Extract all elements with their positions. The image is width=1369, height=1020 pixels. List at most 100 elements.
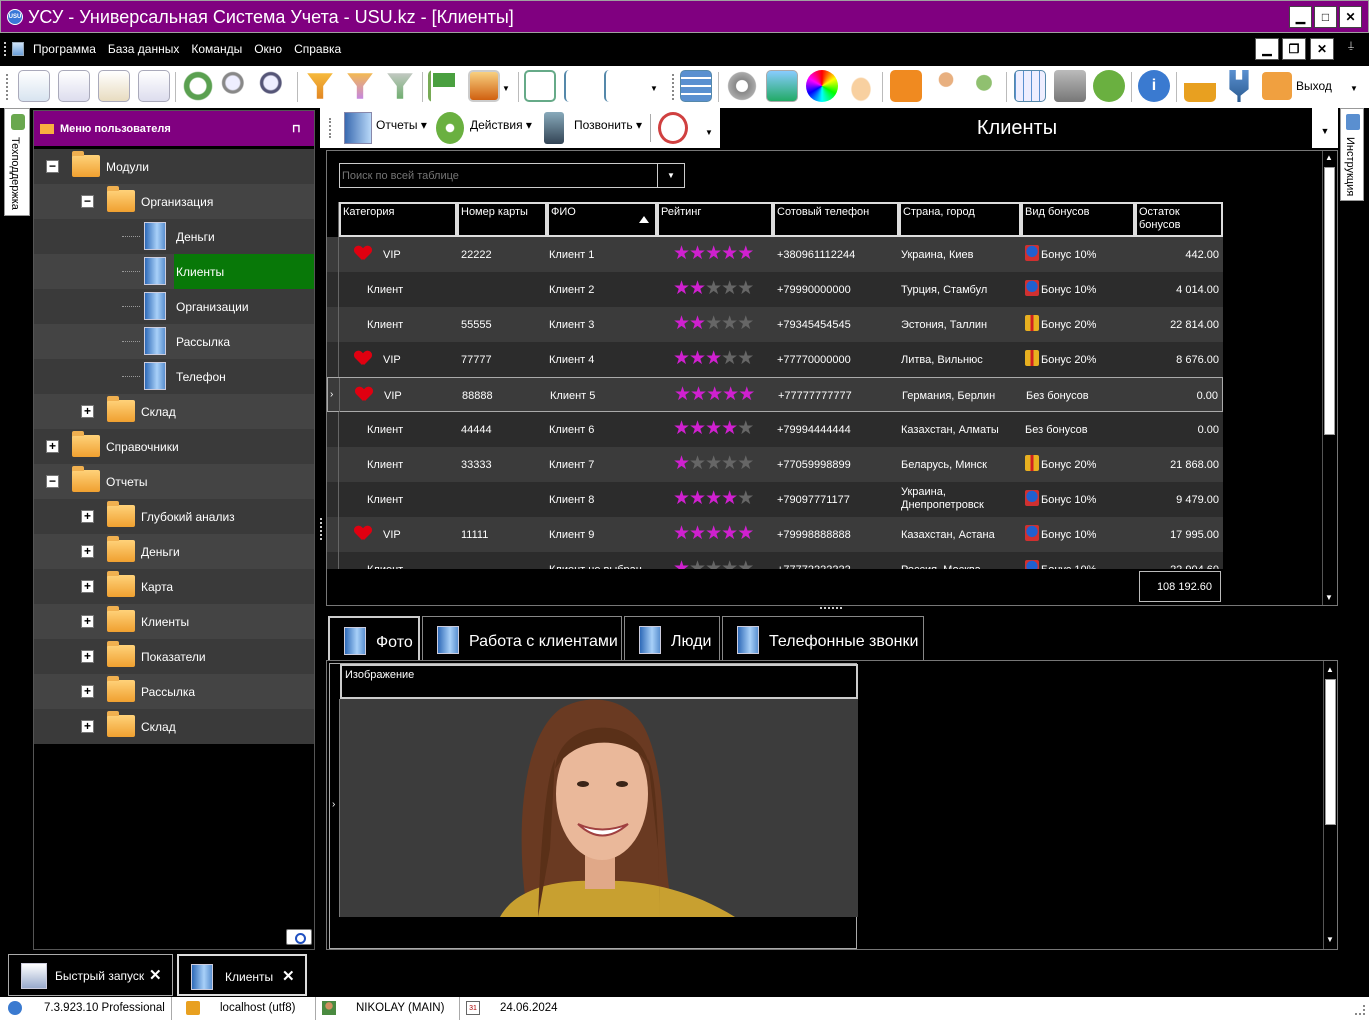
menu-item[interactable]: База данных [108,42,179,56]
pin-icon[interactable]: ⍊ [1348,40,1354,51]
column-header[interactable]: Номер карты [457,202,547,237]
tree-item[interactable]: Деньги [34,219,314,254]
advanced-search-icon[interactable] [258,70,290,102]
table-row[interactable]: Клиент 55555 Клиент 3 ★★★★★ +79345454545 Эсто… [327,307,1223,342]
instruction-side-tab[interactable]: Инструкция [1340,108,1364,201]
close-task-icon[interactable]: ✕ [149,966,162,984]
tree-item[interactable]: Рассылка [34,324,314,359]
plugin-icon[interactable] [1229,70,1249,102]
search-icon[interactable] [220,70,252,102]
table-row[interactable]: VIP 77777 Клиент 4 ★★★★★ +77770000000 Литва, … [327,342,1223,377]
tab-0[interactable]: Фото [328,616,420,660]
overflow-arrow[interactable]: ▼ [705,128,713,137]
tree-item[interactable]: Организации [34,289,314,324]
column-header[interactable]: Сотовый телефон [773,202,899,237]
column-header[interactable]: Рейтинг [657,202,773,237]
tree-item[interactable]: − Организация [34,184,314,219]
expand-icon[interactable]: + [81,615,94,628]
forward-icon[interactable] [1093,70,1125,102]
column-header[interactable]: ФИО [547,202,657,237]
lock-icon[interactable] [1184,70,1216,102]
table-row[interactable]: Клиент Клиент 2 ★★★★★ +79990000000 Турция, С… [327,272,1223,307]
overflow-arrow[interactable]: ▼ [1350,84,1358,93]
clients-task[interactable]: Клиенты ✕ [177,954,307,996]
rss-icon[interactable] [890,70,922,102]
expand-icon[interactable]: + [81,545,94,558]
tree-item[interactable]: − Отчеты [34,464,314,499]
toolbar-grip[interactable] [672,74,674,100]
scroll-thumb[interactable] [1325,679,1336,825]
collapse-icon[interactable]: − [46,475,59,488]
image-icon[interactable] [468,70,500,102]
child-restore-button[interactable]: ❐ [1282,38,1306,60]
filter-by-value-icon[interactable] [347,73,373,99]
actions-menu-button[interactable]: Действия ▾ [470,118,532,132]
reports-menu-button[interactable]: Отчеты ▾ [376,118,427,132]
expand-icon[interactable]: + [81,580,94,593]
overflow-arrow[interactable]: ▼ [650,84,658,93]
scroll-up-arrow[interactable]: ▲ [1325,153,1333,162]
horizontal-splitter[interactable] [820,607,842,610]
tree-item[interactable]: + Склад [34,394,314,429]
tree-item[interactable]: − Модули [34,149,314,184]
search-dropdown-button[interactable]: ▼ [657,164,684,187]
detail-scrollbar[interactable]: ▲ ▼ [1323,661,1337,949]
tree-item[interactable]: + Клиенты [34,604,314,639]
menu-grip[interactable] [4,42,6,56]
new-record-icon[interactable] [18,70,50,102]
table-row[interactable]: › VIP 88888 Клиент 5 ★★★★★ +77777777777 Герман… [327,377,1223,413]
settings-gear-icon[interactable] [726,70,758,102]
grid-view-icon[interactable] [680,70,712,102]
resize-grip[interactable] [1355,1005,1365,1015]
tree-item[interactable]: + Деньги [34,534,314,569]
table-row[interactable]: КлиентКлиент не выбран★★★★★+77772222222Р… [327,552,1223,569]
map-icon[interactable] [766,70,798,102]
edit-icon[interactable] [98,70,130,102]
flag-icon[interactable] [428,70,460,102]
scroll-down-arrow[interactable]: ▼ [1325,593,1333,602]
close-button[interactable]: ✕ [1339,6,1362,28]
exit-button[interactable]: Выход [1262,72,1332,100]
support-side-tab[interactable]: Техподдержка [4,108,30,216]
grid-scrollbar[interactable]: ▲ ▼ [1322,151,1336,605]
tab-2[interactable]: Люди [624,616,720,660]
table-row[interactable]: Клиент Клиент 8 ★★★★★ +79097771177 Украина, … [327,482,1223,517]
minimize-button[interactable]: ▁ [1289,6,1312,28]
expand-icon[interactable]: + [81,685,94,698]
menu-item[interactable]: Справка [294,42,341,56]
table-row[interactable]: VIP 11111 Клиент 9 ★★★★★ +79998888888 Казахст… [327,517,1223,552]
toolbar-grip[interactable] [6,74,8,100]
print-icon[interactable] [1054,70,1086,102]
title-bar[interactable]: USU УСУ - Универсальная Система Учета - … [0,0,1369,33]
table-search-input[interactable] [340,164,658,187]
expand-icon[interactable]: + [81,720,94,733]
color-palette-icon[interactable] [806,70,838,102]
expand-icon[interactable]: + [81,405,94,418]
table-row[interactable]: VIP 22222 Клиент 1 ★★★★★ +380961112244 Украин… [327,237,1223,272]
refresh-icon[interactable] [182,70,214,102]
collapse-icon[interactable]: − [81,195,94,208]
expand-group-icon[interactable] [524,70,556,102]
column-header[interactable]: Остаток бонусов [1135,202,1223,237]
tree-item[interactable]: Телефон [34,359,314,394]
filter-icon[interactable] [307,73,333,99]
collapse-icon[interactable]: − [46,160,59,173]
toolbar-grip[interactable] [329,118,331,138]
tree-collapse-icon[interactable] [604,70,636,102]
delete-icon[interactable] [138,70,170,102]
expand-icon[interactable]: + [81,510,94,523]
tree-item[interactable]: + Склад [34,709,314,744]
tree-item[interactable]: + Показатели [34,639,314,674]
menu-item[interactable]: Окно [254,42,282,56]
expand-icon[interactable]: + [81,650,94,663]
child-close-button[interactable]: ✕ [1310,38,1334,60]
call-menu-button[interactable]: Позвонить ▾ [574,118,642,132]
menu-item[interactable]: Команды [191,42,242,56]
scroll-up-arrow[interactable]: ▲ [1326,665,1334,674]
quick-launch-task[interactable]: Быстрый запуск ✕ [8,954,173,996]
clear-filter-icon[interactable] [387,73,413,99]
column-header[interactable]: Страна, город [899,202,1021,237]
tree-item[interactable]: Клиенты [34,254,314,289]
copy-icon[interactable] [58,70,90,102]
table-row[interactable]: Клиент 33333 Клиент 7 ★★★★★ +77059998899 Бела… [327,447,1223,482]
